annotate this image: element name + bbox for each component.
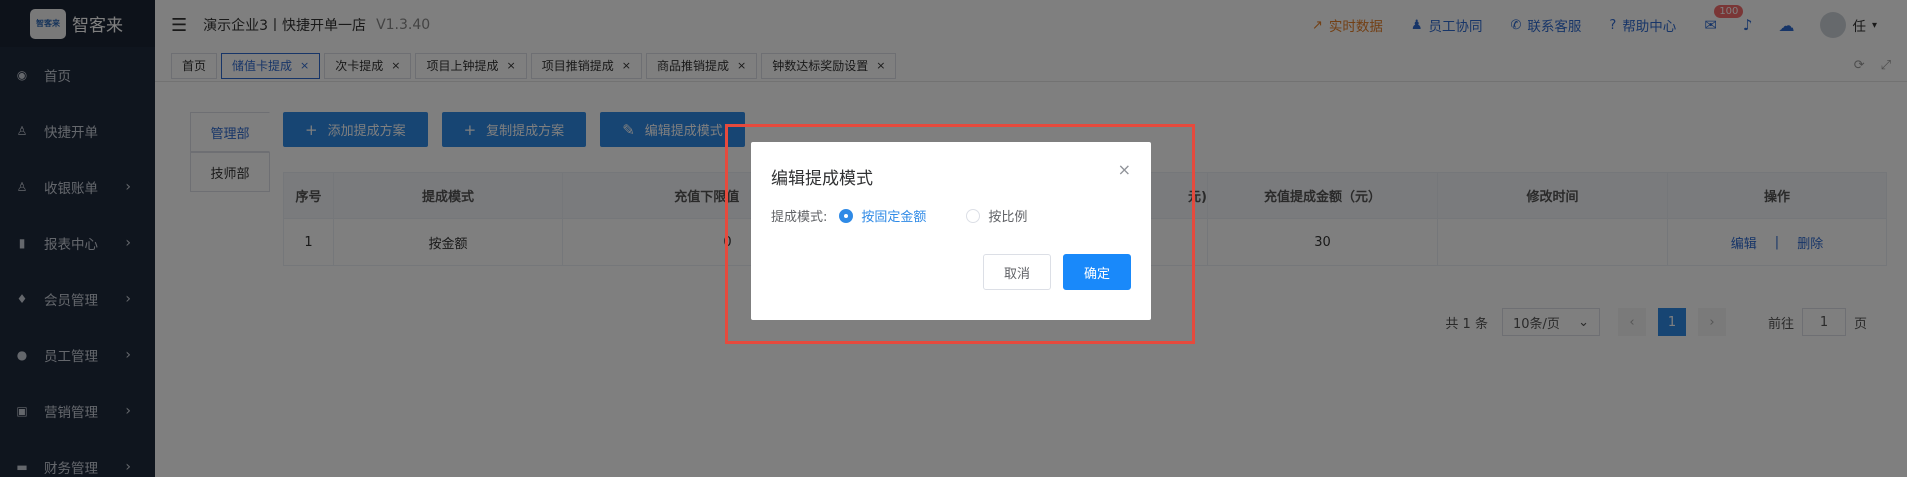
cancel-button[interactable]: 取消	[982, 254, 1051, 290]
radio-ratio[interactable]: 按比例	[966, 206, 1027, 225]
edit-mode-dialog: 编辑提成模式 × 提成模式: 按固定金额 按比例 取消 确定	[751, 142, 1151, 320]
radio-dot-icon	[966, 208, 981, 223]
radio-fixed-amount[interactable]: 按固定金额	[839, 206, 926, 225]
confirm-button[interactable]: 确定	[1062, 254, 1131, 290]
mode-label: 提成模式:	[771, 210, 828, 225]
dialog-title: 编辑提成模式	[771, 169, 873, 189]
close-icon[interactable]: ×	[1118, 160, 1131, 179]
radio-dot-icon	[839, 208, 854, 223]
